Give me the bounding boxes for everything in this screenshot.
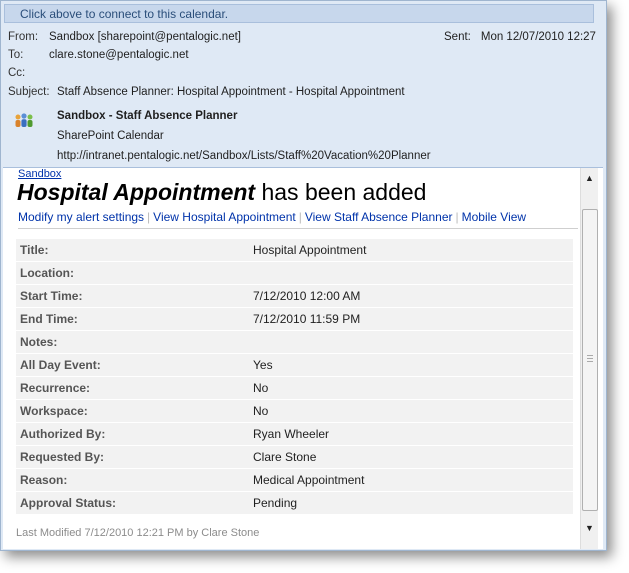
table-row: Requested By: Clare Stone (16, 446, 573, 468)
cc-row: Cc: (8, 67, 49, 79)
from-row: From: Sandbox [sharepoint@pentalogic.net] (8, 31, 241, 43)
info-bar[interactable]: Click above to connect to this calendar. (4, 4, 594, 23)
headline-rest: has been added (255, 179, 427, 205)
property-value: Yes (249, 354, 573, 376)
link-separator: | (147, 210, 151, 224)
table-row: All Day Event: Yes (16, 354, 573, 376)
sent-label: Sent: (444, 31, 471, 43)
property-name: End Time: (16, 308, 249, 330)
sent-value: Mon 12/07/2010 12:27 (480, 31, 596, 43)
modify-alert-link[interactable]: Modify my alert settings (18, 210, 144, 224)
properties-table: Title: Hospital Appointment Location: Sta… (16, 238, 573, 515)
scrollbar-thumb[interactable] (582, 209, 598, 511)
property-value (249, 331, 573, 353)
table-row: Workspace: No (16, 400, 573, 422)
property-value: 7/12/2010 12:00 AM (249, 285, 573, 307)
property-name: Start Time: (16, 285, 249, 307)
property-value: 7/12/2010 11:59 PM (249, 308, 573, 330)
subject-row: Subject: Staff Absence Planner: Hospital … (8, 86, 405, 98)
calendar-type: SharePoint Calendar (57, 130, 164, 142)
message-body: Sandbox Hospital Appointment has been ad… (3, 167, 603, 549)
scroll-up-arrow-icon[interactable]: ▲ (581, 170, 598, 187)
to-value[interactable]: clare.stone@pentalogic.net (49, 49, 189, 61)
to-row: To: clare.stone@pentalogic.net (8, 49, 189, 61)
to-label: To: (8, 49, 24, 61)
property-value: Clare Stone (249, 446, 573, 468)
table-row: Start Time: 7/12/2010 12:00 AM (16, 285, 573, 307)
vertical-scrollbar[interactable]: ▲ ▼ (580, 168, 598, 549)
table-row: Location: (16, 262, 573, 284)
email-reading-pane: Click above to connect to this calendar.… (0, 0, 607, 551)
property-value (249, 262, 573, 284)
property-name: Approval Status: (16, 492, 249, 514)
from-label: From: (8, 31, 39, 43)
people-icon (15, 113, 33, 127)
last-modified-footer: Last Modified 7/12/2010 12:21 PM by Clar… (16, 527, 260, 539)
view-item-link[interactable]: View Hospital Appointment (153, 210, 296, 224)
grip-icon (587, 355, 593, 362)
property-name: Requested By: (16, 446, 249, 468)
table-row: Recurrence: No (16, 377, 573, 399)
table-row: End Time: 7/12/2010 11:59 PM (16, 308, 573, 330)
table-row: Authorized By: Ryan Wheeler (16, 423, 573, 445)
subject-label: Subject: (8, 86, 50, 98)
property-value: Pending (249, 492, 573, 514)
scroll-down-arrow-icon[interactable]: ▼ (581, 520, 598, 537)
headline-item-name: Hospital Appointment (17, 179, 256, 205)
property-value: No (249, 400, 573, 422)
table-row: Approval Status: Pending (16, 492, 573, 514)
cc-label: Cc: (8, 67, 26, 79)
property-name: Notes: (16, 331, 249, 353)
property-name: Recurrence: (16, 377, 249, 399)
property-name: Authorized By: (16, 423, 249, 445)
property-value: Medical Appointment (249, 469, 573, 491)
table-row: Notes: (16, 331, 573, 353)
link-separator: | (455, 210, 459, 224)
property-name: Title: (16, 239, 249, 261)
link-separator: | (298, 210, 302, 224)
action-links: Modify my alert settings | View Hospital A… (18, 210, 578, 229)
message-content: Sandbox Hospital Appointment has been ad… (13, 168, 580, 549)
table-row: Reason: Medical Appointment (16, 469, 573, 491)
property-name: All Day Event: (16, 354, 249, 376)
sent-row: Sent: Mon 12/07/2010 12:27 (444, 31, 596, 43)
table-row: Title: Hospital Appointment (16, 239, 573, 261)
property-value: No (249, 377, 573, 399)
property-name: Location: (16, 262, 249, 284)
view-list-link[interactable]: View Staff Absence Planner (305, 210, 453, 224)
property-value: Hospital Appointment (249, 239, 573, 261)
property-value: Ryan Wheeler (249, 423, 573, 445)
property-name: Reason: (16, 469, 249, 491)
calendar-title[interactable]: Sandbox - Staff Absence Planner (57, 110, 237, 122)
property-name: Workspace: (16, 400, 249, 422)
mobile-view-link[interactable]: Mobile View (462, 210, 526, 224)
alert-headline: Hospital Appointment has been added (17, 179, 426, 206)
from-value[interactable]: Sandbox [sharepoint@pentalogic.net] (49, 31, 241, 43)
calendar-url[interactable]: http://intranet.pentalogic.net/Sandbox/L… (57, 150, 431, 162)
subject-value: Staff Absence Planner: Hospital Appointm… (57, 86, 405, 98)
